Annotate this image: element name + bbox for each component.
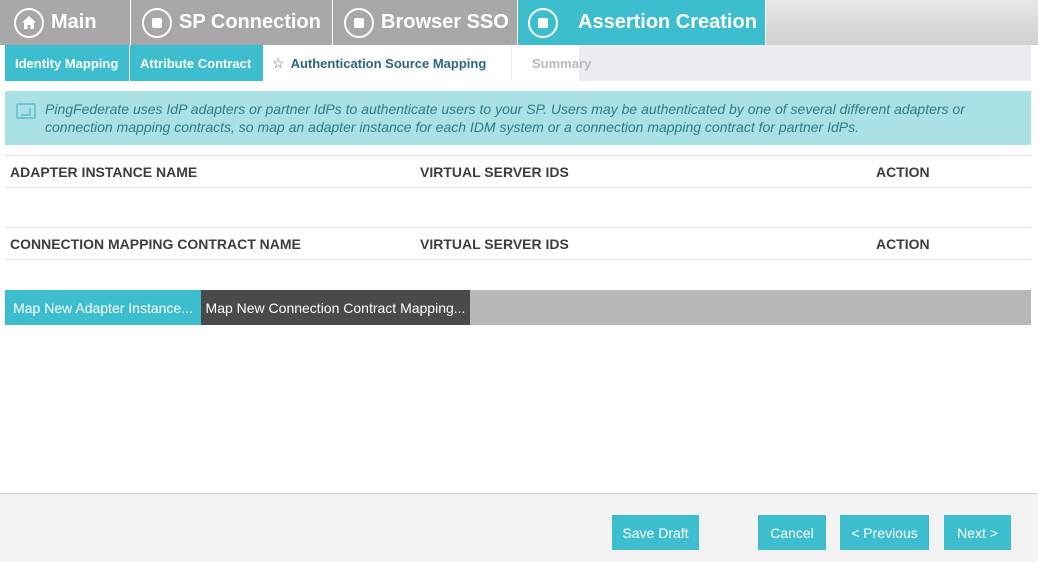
map-new-adapter-instance-button[interactable]: Map New Adapter Instance... [5,290,201,325]
save-draft-button[interactable]: Save Draft [612,515,699,550]
column-header-action: ACTION [876,236,930,252]
column-header-virtual-server-ids: VIRTUAL SERVER IDS [420,164,569,180]
step-icon [528,7,558,38]
subtab-authentication-source-mapping-label: Authentication Source Mapping [290,55,487,71]
connection-table-header: CONNECTION MAPPING CONTRACT NAME VIRTUAL… [5,228,1031,260]
column-header-adapter-instance-name: ADAPTER INSTANCE NAME [10,164,198,180]
star-icon: ☆ [272,54,285,71]
column-header-action: ACTION [876,164,930,180]
cancel-button[interactable]: Cancel [758,515,826,550]
step-icon [344,7,374,38]
subtab-attribute-contract[interactable]: Attribute Contract [130,45,264,81]
info-text: PingFederate uses IdP adapters or partne… [45,101,965,135]
tab-browser-sso[interactable]: Browser SSO [333,0,518,45]
subtab-summary: Summary [511,45,591,81]
next-button[interactable]: Next > [944,515,1011,550]
tab-main[interactable]: Main [0,0,131,45]
main-tab-bar: Main SP Connection Browser SSO Assertion… [0,0,1038,45]
info-message: PingFederate uses IdP adapters or partne… [5,91,1031,145]
sub-tab-bar: Identity Mapping Attribute Contract ☆ Au… [5,45,1031,81]
previous-button[interactable]: < Previous [840,515,929,550]
footer-bar: Save Draft Cancel < Previous Next > [0,493,1038,562]
column-header-connection-mapping-contract-name: CONNECTION MAPPING CONTRACT NAME [10,236,301,252]
subtab-identity-mapping-label: Identity Mapping [15,55,119,71]
adapter-table-header: ADAPTER INSTANCE NAME VIRTUAL SERVER IDS… [5,155,1031,188]
tab-assertion-creation-label: Assertion Creation [578,11,757,33]
action-bar: Map New Adapter Instance... Map New Conn… [5,290,1031,325]
column-header-virtual-server-ids: VIRTUAL SERVER IDS [420,236,569,252]
subtab-summary-label: Summary [532,55,592,71]
subtab-authentication-source-mapping[interactable]: ☆ Authentication Source Mapping [264,45,511,81]
app-window: Main SP Connection Browser SSO Assertion… [0,0,1038,562]
tab-main-label: Main [51,11,97,33]
tab-browser-sso-label: Browser SSO [381,11,509,33]
map-new-connection-contract-mapping-button[interactable]: Map New Connection Contract Mapping... [201,290,470,325]
subtab-attribute-contract-label: Attribute Contract [140,55,252,71]
tab-sp-connection[interactable]: SP Connection [131,0,333,45]
info-icon [16,103,36,119]
tab-sp-connection-label: SP Connection [179,11,321,33]
subtab-identity-mapping[interactable]: Identity Mapping [5,45,130,81]
adapter-table-empty-row [5,188,1031,228]
home-icon [14,7,44,38]
tab-assertion-creation[interactable]: Assertion Creation [518,0,766,45]
step-icon [142,7,172,38]
